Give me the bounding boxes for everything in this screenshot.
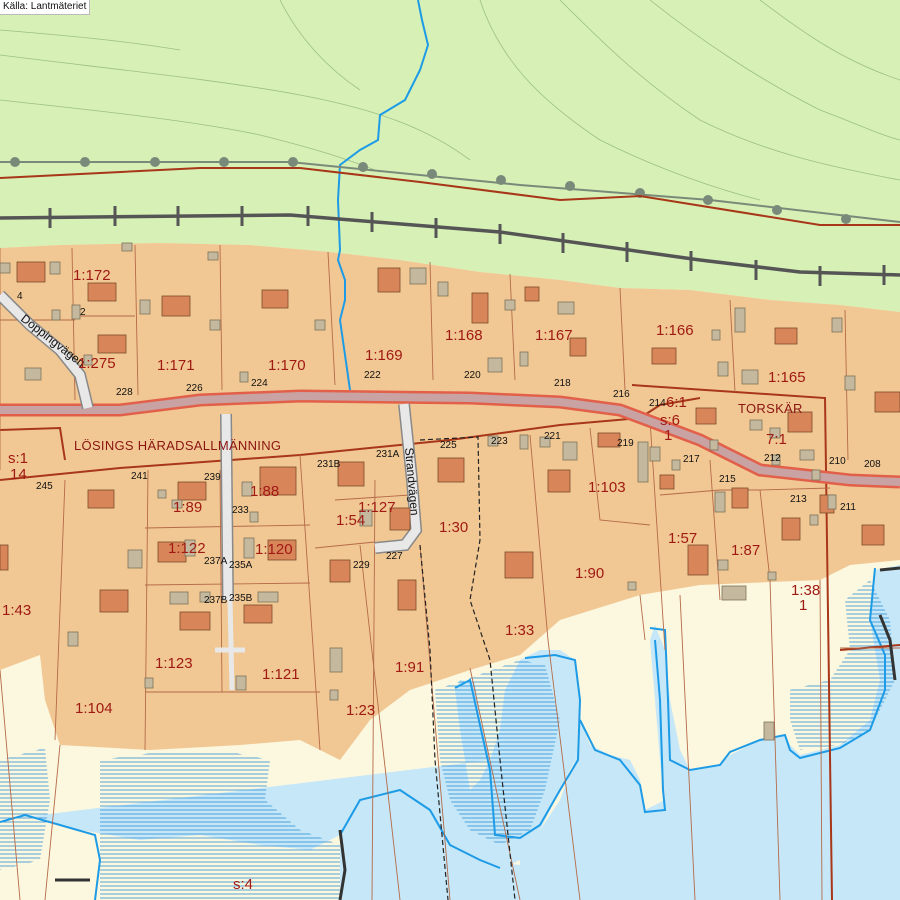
- address-label: 2: [80, 307, 86, 318]
- parcel-label: 1:171: [157, 357, 195, 374]
- parcel-label: 1:169: [365, 347, 403, 364]
- address-label: 220: [464, 370, 481, 381]
- parcel-label: 1:168: [445, 327, 483, 344]
- parcel-label: 14: [10, 466, 27, 483]
- parcel-label: 1:33: [505, 622, 534, 639]
- address-label: 228: [116, 387, 133, 398]
- address-label: 231A: [376, 449, 400, 460]
- parcel-label: 1:172: [73, 267, 111, 284]
- parcel-label: 1:170: [268, 357, 306, 374]
- address-label: 216: [613, 389, 630, 400]
- address-label: 227: [386, 551, 403, 562]
- address-label: 233: [232, 505, 249, 516]
- parcel-label: 1:165: [768, 369, 806, 386]
- address-label: 226: [186, 383, 203, 394]
- address-label: 237B: [204, 595, 228, 606]
- parcel-label: 1:127: [358, 499, 396, 516]
- parcel-label: 1:123: [155, 655, 193, 672]
- address-label: 218: [554, 378, 571, 389]
- address-label: 219: [617, 438, 634, 449]
- parcel-label: 1:43: [2, 602, 31, 619]
- parcel-label: 1:103: [588, 479, 626, 496]
- address-label: 235A: [229, 560, 253, 571]
- parcel-label: 1:30: [439, 519, 468, 536]
- parcel-label: 1:23: [346, 702, 375, 719]
- map-source-attribution: Källa: Lantmäteriet: [0, 0, 91, 15]
- map-view[interactable]: Doppingvägen Strandvägen LÖSINGS HÄRADSA…: [0, 0, 900, 900]
- address-label: 237A: [204, 556, 228, 567]
- parcel-label: 1:89: [173, 499, 202, 516]
- parcel-label: 1:87: [731, 542, 760, 559]
- address-label: 229: [353, 560, 370, 571]
- address-label: 222: [364, 370, 381, 381]
- address-label: 208: [864, 459, 881, 470]
- address-label: 214: [649, 398, 666, 409]
- parcel-label: 6:1: [666, 394, 687, 411]
- parcel-label: 1:275: [78, 355, 116, 372]
- parcel-label: 1:91: [395, 659, 424, 676]
- address-label: 239: [204, 472, 221, 483]
- parcel-label: 7:1: [766, 431, 787, 448]
- address-label: 217: [683, 454, 700, 465]
- address-label: 215: [719, 474, 736, 485]
- address-label: 241: [131, 471, 148, 482]
- address-label: 210: [829, 456, 846, 467]
- parcel-label: 1:104: [75, 700, 113, 717]
- address-label: 231B: [317, 459, 341, 470]
- address-label: 224: [251, 378, 268, 389]
- parcel-label: 1:167: [535, 327, 573, 344]
- parcel-label: 1:166: [656, 322, 694, 339]
- address-label: 223: [491, 436, 508, 447]
- parcel-label: 1: [664, 427, 672, 444]
- parcel-label: 1:120: [255, 541, 293, 558]
- address-label: 245: [36, 481, 53, 492]
- map-canvas[interactable]: Doppingvägen Strandvägen LÖSINGS HÄRADSA…: [0, 0, 900, 900]
- parcel-label: s:4: [233, 876, 253, 893]
- address-label: 225: [440, 440, 457, 451]
- parcel-label: 1:121: [262, 666, 300, 683]
- parcel-label: 1: [799, 597, 807, 614]
- parcel-label: 1:57: [668, 530, 697, 547]
- address-label: 235B: [229, 593, 253, 604]
- parcel-label: s:1: [8, 450, 28, 467]
- address-label: 212: [764, 453, 781, 464]
- parcel-label: 1:88: [250, 483, 279, 500]
- place-name-torskar: TORSKÄR: [738, 401, 803, 416]
- parcel-label: 1:122: [168, 540, 206, 557]
- address-label: 213: [790, 494, 807, 505]
- address-label: 211: [840, 502, 856, 513]
- parcel-label: 1:90: [575, 565, 604, 582]
- place-name-losings: LÖSINGS HÄRADSALLMÄNNING: [74, 438, 281, 453]
- address-label: 221: [544, 431, 561, 442]
- address-label: 4: [17, 291, 23, 302]
